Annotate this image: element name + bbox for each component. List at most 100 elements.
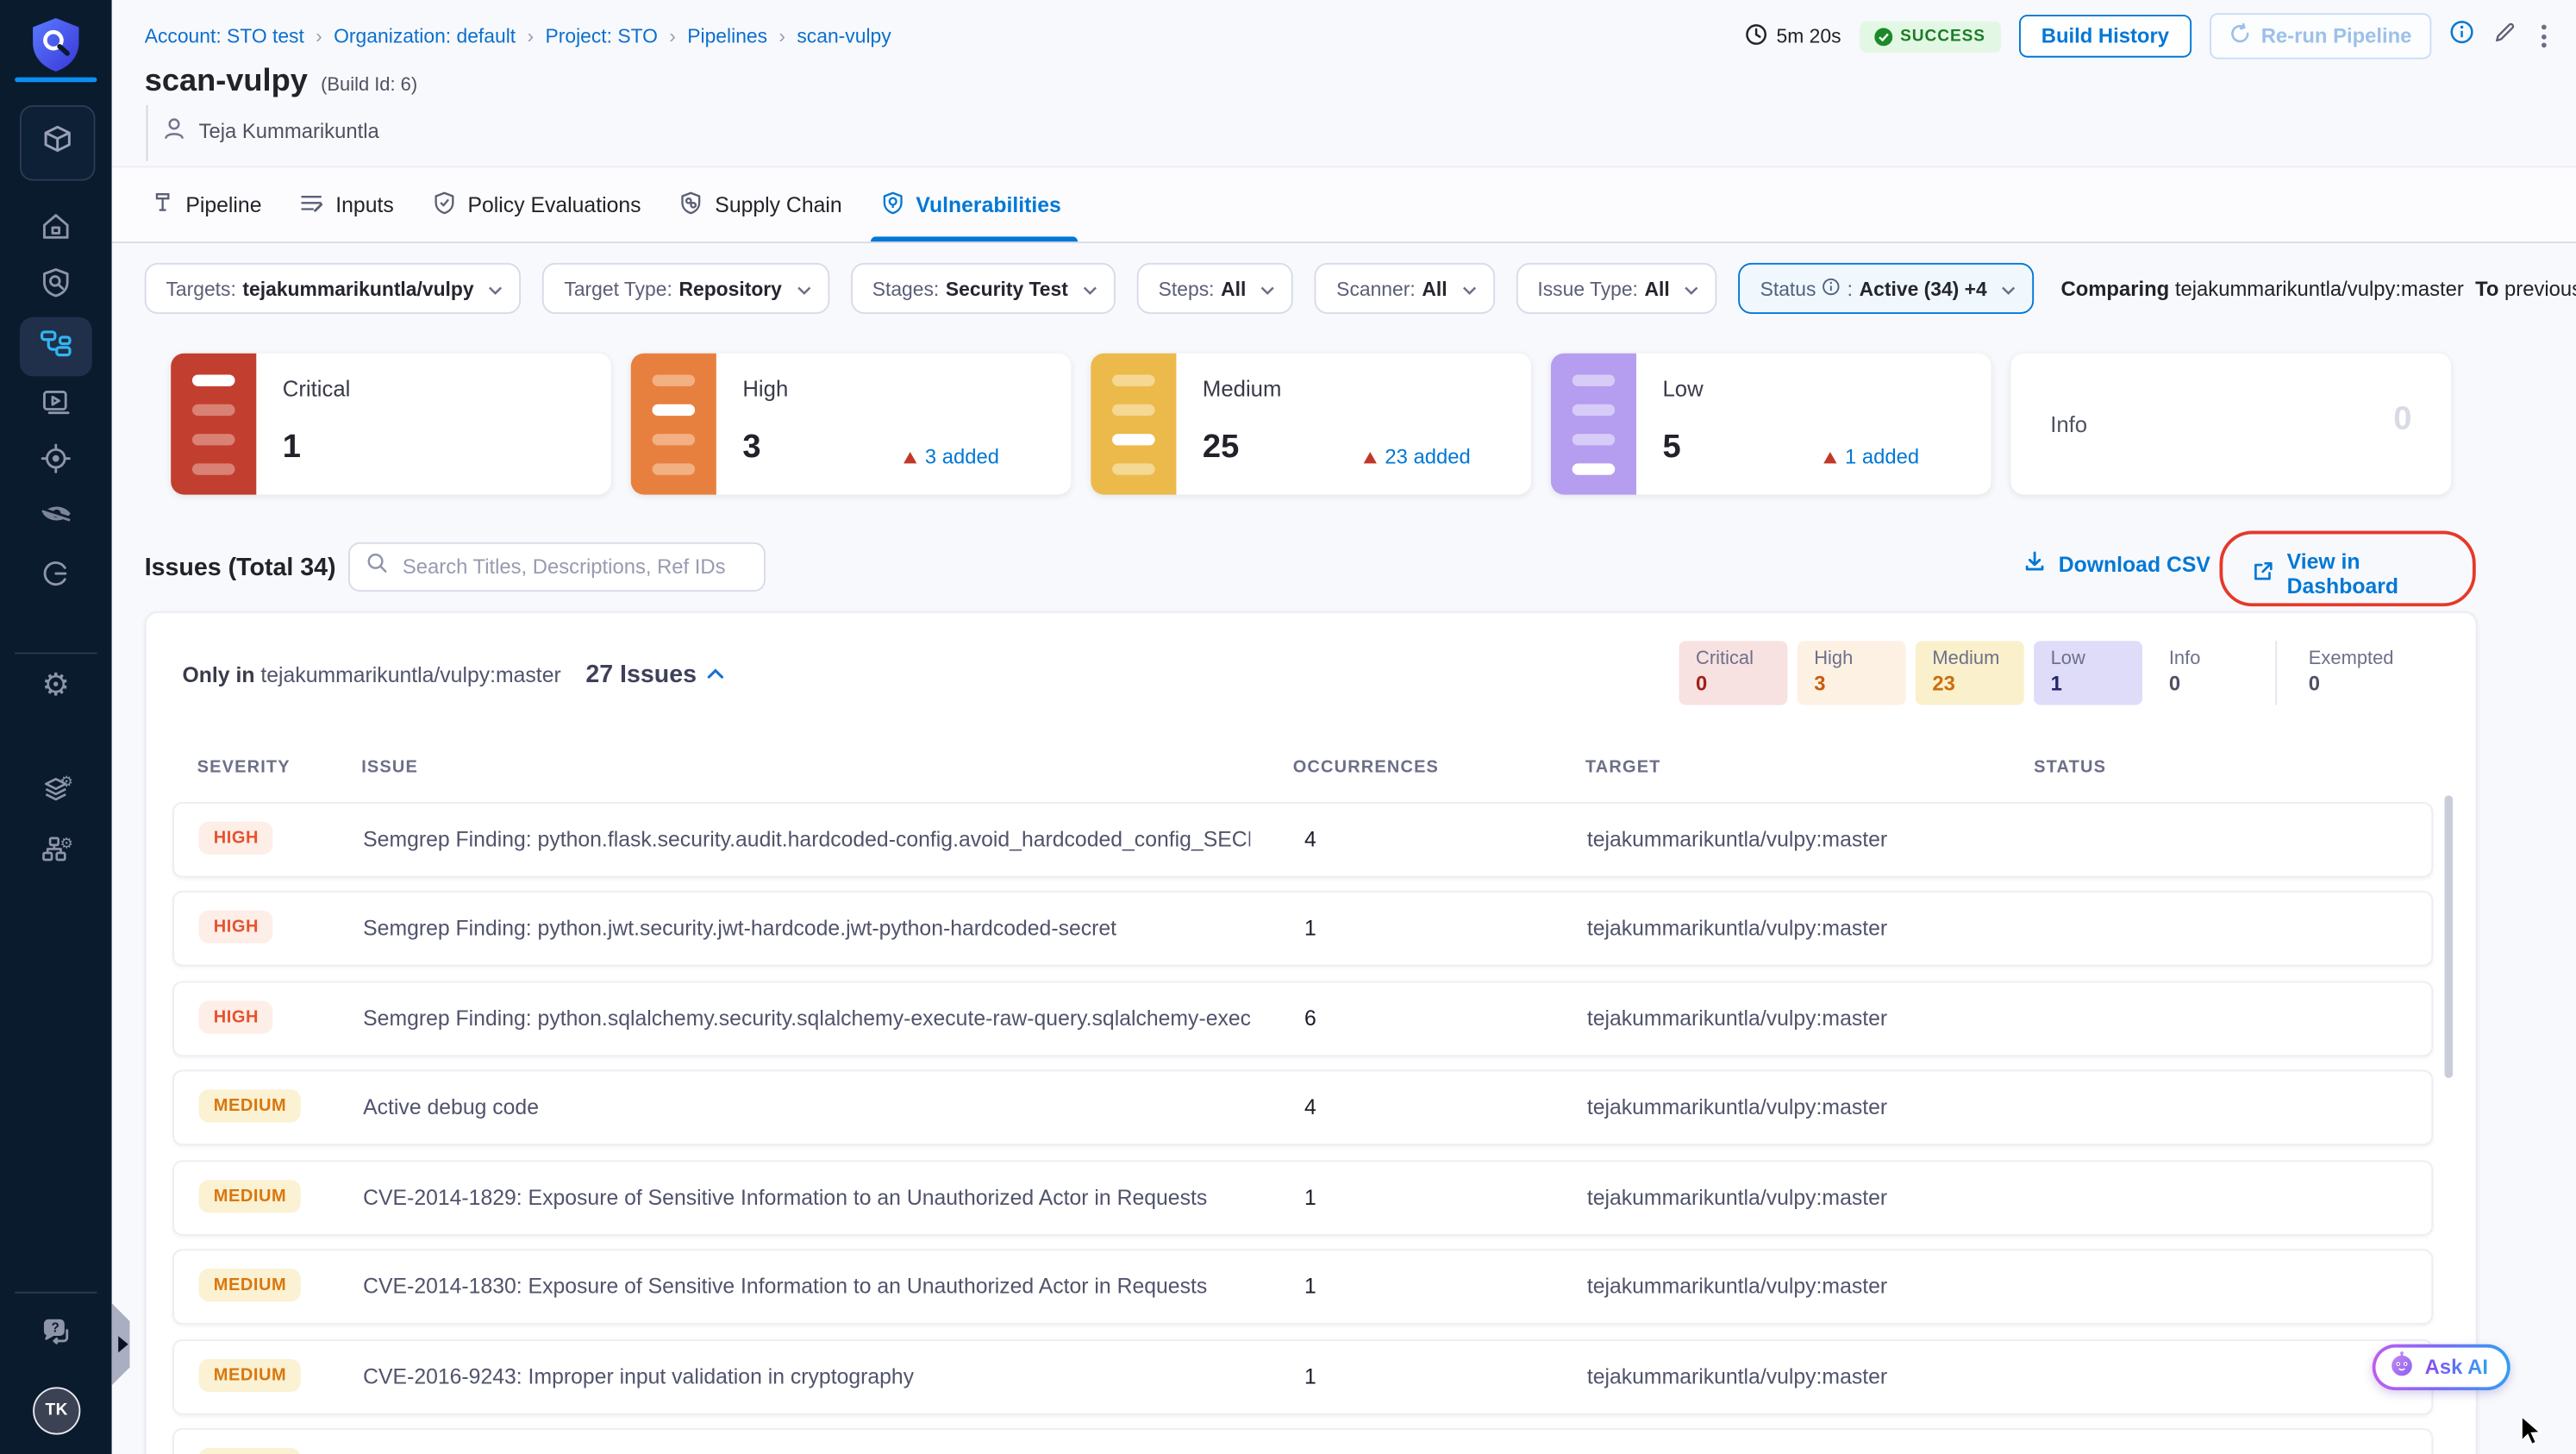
sidebar-item-overview[interactable] [0, 258, 112, 314]
medium-card[interactable]: Medium 25 23 added [1091, 353, 1532, 495]
chip-medium[interactable]: Medium 23 [1916, 641, 2025, 705]
search-input[interactable] [399, 554, 748, 580]
low-card[interactable]: Low 5 1 added [1550, 353, 1991, 495]
breadcrumb-organization[interactable]: Organization: default [334, 25, 516, 48]
sidebar-item-default-settings[interactable]: ⚙ [0, 766, 112, 822]
issues-total-title: Issues (Total 34) [144, 554, 336, 582]
filter-issue-type[interactable]: Issue Type: All [1516, 262, 1718, 314]
ask-ai-button[interactable]: Ask AI [2372, 1344, 2511, 1391]
chip-exempted[interactable]: Exempted 0 [2292, 641, 2410, 705]
gauge-icon [40, 556, 72, 598]
chevron-down-icon [489, 277, 503, 300]
chip-critical[interactable]: Critical 0 [1679, 641, 1788, 705]
sidebar-item-org-settings[interactable]: ⚙ [0, 825, 112, 881]
issues-panel: Only in tejakummarikuntla/vulpy:master 2… [144, 611, 2478, 1454]
sidebar-item-project-settings[interactable]: ⚙ [0, 657, 112, 713]
build-id: (Build Id: 6) [321, 75, 418, 96]
home-icon [40, 210, 72, 251]
sidebar-item-help[interactable]: ? [0, 1308, 112, 1364]
issues-search[interactable] [347, 542, 766, 592]
chip-info[interactable]: Info 0 [2153, 641, 2261, 705]
table-scrollbar[interactable] [2444, 795, 2454, 1079]
expand-arrow-icon [117, 1336, 128, 1353]
issue-row[interactable]: MEDIUM CVE-2016-9243: Improper input val… [172, 1339, 2434, 1415]
executions-icon [40, 384, 72, 425]
chevron-up-icon[interactable] [707, 659, 725, 688]
filter-targets[interactable]: Targets: tejakummarikuntla/vulpy [144, 262, 522, 314]
issue-row[interactable]: MEDIUM CVE-2014-1830: Exposure of Sensit… [172, 1249, 2434, 1325]
mouse-cursor [2520, 1414, 2545, 1454]
module-switcher[interactable] [19, 104, 96, 181]
tab-pipeline[interactable]: Pipeline [148, 167, 266, 241]
sidebar-item-home[interactable] [0, 202, 112, 258]
column-header-severity: SEVERITY [197, 757, 291, 778]
breadcrumb-current-pipeline[interactable]: scan-vulpy [797, 25, 891, 48]
chip-high[interactable]: High 3 [1798, 641, 1906, 705]
occurrences-value: 4 [1304, 1094, 1316, 1119]
high-card[interactable]: High 3 3 added [630, 353, 1072, 495]
sidebar-item-getting-started[interactable] [0, 548, 112, 605]
filter-target-type[interactable]: Target Type: Repository [542, 262, 830, 314]
download-icon [2023, 548, 2048, 578]
tab-vulnerabilities[interactable]: Vulnerabilities [870, 167, 1079, 242]
tab-policy-evaluations[interactable]: Policy Evaluations [428, 167, 645, 241]
target-value: tejakummarikuntla/vulpy:master [1586, 826, 1888, 852]
top-bar: Account: STO test › Organization: defaul… [145, 13, 2554, 60]
tab-inputs[interactable]: Inputs [297, 167, 397, 241]
filter-status[interactable]: Status : Active (34) +4 [1738, 262, 2035, 314]
user-avatar[interactable]: TK [33, 1387, 81, 1435]
cube-icon [40, 121, 76, 165]
issue-row[interactable]: HIGH Semgrep Finding: python.sqlalchemy.… [172, 981, 2434, 1057]
severity-badge: MEDIUM [198, 1269, 302, 1302]
issue-row[interactable]: MEDIUM Active debug code 4 tejakummariku… [172, 1069, 2434, 1146]
main-content: Account: STO test › Organization: defaul… [111, 0, 2576, 1454]
filter-scanner[interactable]: Scanner: All [1315, 262, 1495, 314]
severity-badge: HIGH [198, 1000, 274, 1034]
issue-row[interactable]: MEDIUM CVE-2014-1829: Exposure of Sensit… [172, 1160, 2434, 1237]
chip-low[interactable]: Low 1 [2034, 641, 2143, 705]
card-count: 0 [2393, 400, 2412, 437]
breadcrumb-project[interactable]: Project: STO [545, 25, 657, 48]
top-actions: 5m 20s SUCCESS Build History Re-run Pipe… [1745, 13, 2553, 60]
severity-badge: HIGH [198, 910, 274, 943]
shield-check-icon [432, 190, 457, 219]
more-options-menu[interactable] [2535, 22, 2553, 51]
rerun-pipeline-button[interactable]: Re-run Pipeline [2210, 13, 2432, 60]
stage-connector-line [146, 104, 148, 161]
chevron-down-icon [2002, 277, 2016, 300]
breadcrumb-account[interactable]: Account: STO test [145, 25, 304, 48]
tab-supply-chain[interactable]: Supply Chain [676, 167, 846, 241]
target-value: tejakummarikuntla/vulpy:master [1586, 1184, 1888, 1210]
status-badge: SUCCESS [1859, 20, 2001, 53]
column-header-status: STATUS [2034, 757, 2107, 778]
edit-pencil-icon[interactable] [2492, 20, 2517, 53]
breadcrumb-pipelines[interactable]: Pipelines [687, 25, 767, 48]
issue-row[interactable]: HIGH Semgrep Finding: python.jwt.securit… [172, 890, 2434, 967]
issue-row[interactable]: HIGH Semgrep Finding: python.flask.secur… [172, 801, 2434, 878]
filter-stages[interactable]: Stages: Security Test [850, 262, 1116, 314]
info-card[interactable]: Info 0 [2010, 353, 2452, 495]
sidebar-item-pipelines[interactable] [19, 316, 92, 377]
build-duration: 5m 20s [1745, 22, 1841, 50]
sidebar-item-exemptions[interactable] [0, 490, 112, 546]
card-label: Info [2050, 412, 2088, 437]
severity-chip-row: Critical 0 High 3 Medium 23 Low 1 Info 0 Exem… [1679, 641, 2410, 705]
sto-logo[interactable] [29, 16, 82, 72]
svg-text:⚙: ⚙ [59, 834, 72, 851]
sidebar-item-executions[interactable] [0, 376, 112, 432]
occurrences-value: 1 [1304, 1184, 1316, 1210]
breadcrumb-separator: › [316, 24, 322, 48]
issue-row-partial[interactable]: MEDIUM [172, 1427, 2434, 1454]
critical-card[interactable]: Critical 1 [171, 353, 611, 495]
sidebar-item-test-targets[interactable] [0, 434, 112, 490]
card-delta: 3 added [903, 445, 999, 468]
build-tabs: Pipeline Inputs Policy Evaluations Suppl… [111, 166, 2576, 244]
group-issue-count: 27 Issues [585, 660, 697, 688]
build-history-button[interactable]: Build History [2018, 15, 2192, 58]
group-header[interactable]: Only in tejakummarikuntla/vulpy:master 2… [183, 659, 725, 688]
severity-badge: MEDIUM [198, 1180, 302, 1213]
download-csv-button[interactable]: Download CSV [2023, 548, 2210, 578]
filter-steps[interactable]: Steps: All [1136, 262, 1294, 314]
card-count: 25 [1202, 429, 1240, 466]
info-icon[interactable] [2449, 20, 2474, 53]
